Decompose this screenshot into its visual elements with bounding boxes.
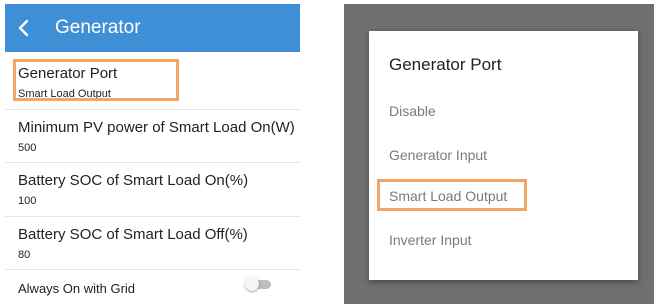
setting-title: Always On with Grid: [18, 281, 136, 296]
setting-battery-soc-off[interactable]: Battery SOC of Smart Load Off(%) 80: [5, 217, 300, 270]
dialog-title: Generator Port: [389, 55, 502, 74]
setting-title: Battery SOC of Smart Load Off(%): [18, 226, 248, 243]
dimmed-overlay: Generator Port Disable Generator Input S…: [344, 4, 654, 304]
setting-value: 100: [18, 195, 37, 207]
chevron-left-icon: [18, 19, 29, 37]
highlight-frame: [13, 59, 179, 101]
option-generator-input[interactable]: Generator Input: [389, 147, 487, 163]
app-bar: Generator: [5, 4, 300, 52]
setting-value: 80: [18, 249, 31, 261]
setting-title: Battery SOC of Smart Load On(%): [18, 172, 249, 189]
generator-settings-screen: Generator Generator Port Smart Load Outp…: [5, 4, 300, 304]
toggle-knob: [245, 277, 259, 291]
back-button[interactable]: [17, 4, 47, 52]
highlight-frame: [377, 179, 527, 211]
setting-min-pv-power[interactable]: Minimum PV power of Smart Load On(W) 500: [5, 110, 300, 163]
generator-port-dialog: Generator Port Disable Generator Input S…: [369, 31, 638, 280]
setting-battery-soc-on[interactable]: Battery SOC of Smart Load On(%) 100: [5, 163, 300, 217]
always-on-grid-toggle[interactable]: [245, 277, 273, 291]
setting-value: 500: [18, 142, 37, 154]
page-title: Generator: [55, 17, 141, 38]
option-inverter-input[interactable]: Inverter Input: [389, 232, 472, 248]
setting-title: Minimum PV power of Smart Load On(W): [18, 119, 295, 136]
option-disable[interactable]: Disable: [389, 103, 436, 119]
